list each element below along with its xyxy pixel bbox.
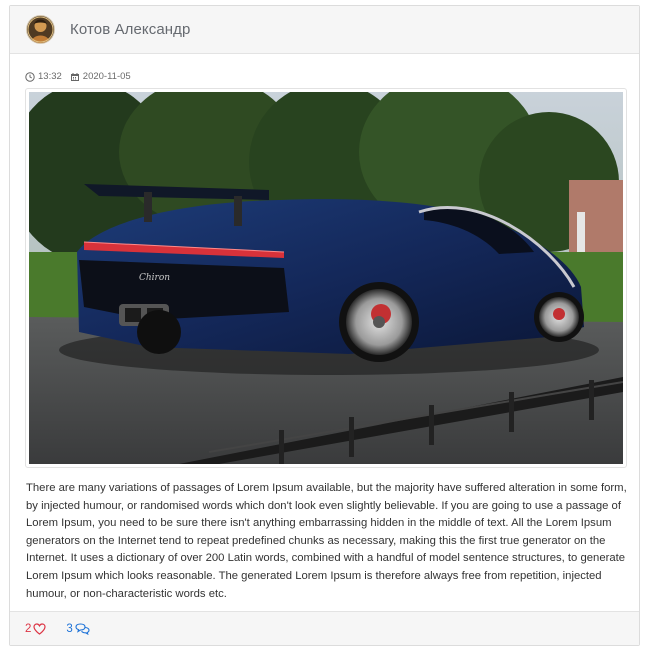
avatar[interactable]: [27, 16, 54, 43]
post-time: 13:32: [25, 71, 62, 82]
like-button[interactable]: 2: [25, 622, 47, 635]
comments-button[interactable]: 3: [66, 622, 90, 635]
post-card: Котов Александр 13:32 2020-11-05 Chiron …: [9, 5, 640, 646]
car-photo-icon: Chiron: [29, 92, 623, 464]
calendar-icon: [70, 72, 79, 81]
author-name[interactable]: Котов Александр: [70, 21, 190, 38]
post-meta: 13:32 2020-11-05: [25, 71, 139, 82]
heart-icon: [33, 622, 47, 635]
comments-count: 3: [66, 622, 73, 635]
post-footer: 2 3: [10, 611, 639, 645]
likes-count: 2: [25, 622, 32, 635]
svg-text:Chiron: Chiron: [139, 273, 170, 283]
post-image[interactable]: Chiron: [25, 88, 627, 468]
clock-icon: [25, 71, 35, 82]
date-text: 2020-11-05: [82, 71, 131, 82]
post-text: There are many variations of passages of…: [26, 482, 627, 600]
post-header: Котов Александр: [10, 6, 639, 54]
post-date: 2020-11-05: [70, 71, 131, 82]
time-text: 13:32: [38, 71, 62, 82]
comments-icon: [75, 622, 90, 635]
